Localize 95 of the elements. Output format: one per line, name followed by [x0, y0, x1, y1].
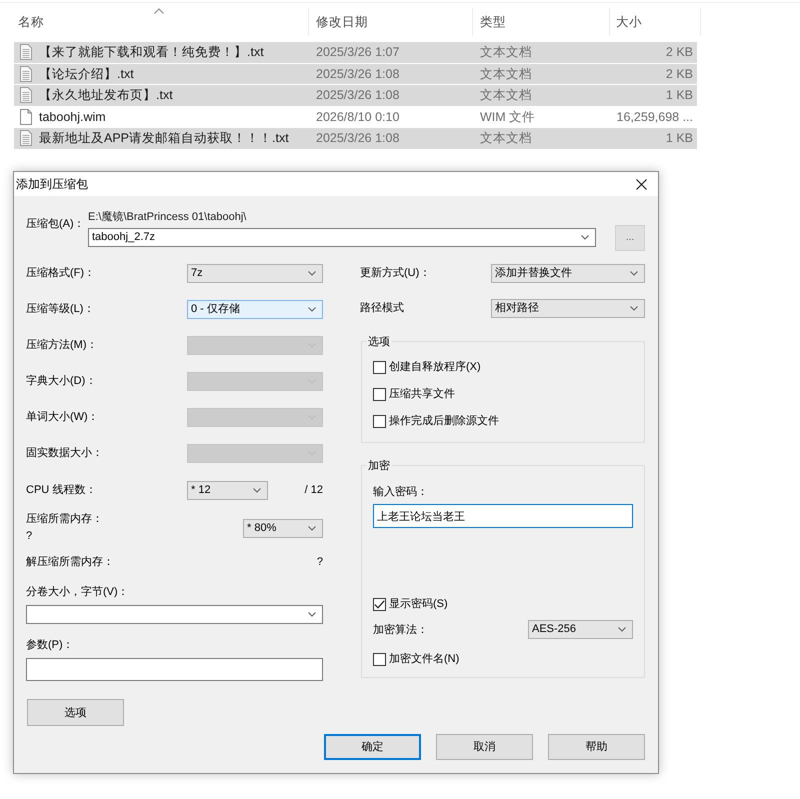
- file-icon: [20, 108, 32, 125]
- checkbox[interactable]: [373, 598, 386, 610]
- parameters-field[interactable]: [26, 658, 323, 681]
- file-type: 文本文档: [479, 87, 533, 104]
- file-name: 【来了就能下载和观看！纯免费！】.txt: [39, 44, 264, 60]
- file-size: 1 KB: [664, 87, 694, 104]
- group-title: 选项: [366, 335, 392, 349]
- group-title: 加密: [366, 459, 392, 473]
- dialog-button[interactable]: 帮助: [548, 734, 645, 760]
- options-button[interactable]: 选项: [27, 699, 124, 726]
- field-label: 单词大小(W)：: [26, 410, 100, 424]
- text-file-icon: [20, 44, 32, 60]
- chevron-down-icon: [630, 270, 638, 276]
- field-label: 压缩方法(M)：: [26, 338, 98, 352]
- file-type: 文本文档: [479, 130, 533, 146]
- field-label: 路径模式: [360, 301, 405, 315]
- dropdown[interactable]: 添加并替换文件: [491, 264, 645, 282]
- close-icon[interactable]: [636, 178, 647, 190]
- chevron-down-icon: [308, 612, 316, 617]
- field-label: 压缩等级(L)：: [26, 302, 96, 316]
- chevron-down-icon: [618, 627, 626, 632]
- checkbox[interactable]: [373, 414, 386, 428]
- chevron-down-icon: [253, 488, 261, 492]
- field-label: 压缩所需内存：: [26, 512, 103, 527]
- file-size: 2 KB: [664, 66, 694, 82]
- file-name: 【论坛介绍】.txt: [39, 66, 134, 82]
- file-size: 16,259,698 ...: [616, 108, 694, 125]
- modified-date: 2025/3/26 1:08: [315, 87, 400, 104]
- dropdown[interactable]: 0 - 仅存储: [187, 300, 323, 318]
- chevron-down-icon: [630, 306, 638, 310]
- file-type: 文本文档: [479, 66, 533, 82]
- field-label: 更新方式(U)：: [360, 266, 432, 280]
- password-field[interactable]: 上老王论坛当老王: [373, 504, 633, 528]
- file-name: 【永久地址发布页】.txt: [39, 87, 173, 104]
- checkbox-label[interactable]: 显示密码(S): [389, 597, 448, 611]
- checkbox-label[interactable]: 加密文件名(N): [389, 652, 460, 666]
- modified-date: 2026/8/10 0:10: [315, 108, 400, 125]
- field-label: 分卷大小，字节(V)：: [26, 585, 130, 599]
- field-label: 加密算法：: [373, 622, 428, 636]
- field-label: 输入密码：: [373, 485, 429, 499]
- dialog-button[interactable]: 取消: [436, 734, 533, 760]
- modified-date: 2025/3/26 1:08: [315, 66, 400, 82]
- checkbox[interactable]: [373, 652, 386, 666]
- dropdown[interactable]: * 80%: [243, 518, 323, 538]
- file-size: 2 KB: [664, 44, 694, 60]
- dropdown[interactable]: 相对路径: [491, 298, 645, 318]
- column-header[interactable]: 类型: [473, 8, 610, 36]
- volume-size-combo[interactable]: [26, 605, 323, 624]
- sort-ascending-icon: [154, 8, 164, 14]
- file-size: 1 KB: [664, 130, 694, 146]
- file-name: taboohj.wim: [39, 108, 106, 125]
- browse-button[interactable]: ...: [615, 225, 645, 251]
- chevron-down-icon: [308, 306, 316, 312]
- text-file-icon: [20, 66, 32, 82]
- field-label: 压缩包(A)：: [26, 217, 86, 231]
- file-row[interactable]: 【永久地址发布页】.txt 2025/3/26 1:08 文本文档 1 KB: [14, 85, 697, 106]
- file-row[interactable]: taboohj.wim 2026/8/10 0:10 WIM 文件 16,259,698 ...: [14, 106, 697, 127]
- field-label: CPU 线程数：: [26, 483, 98, 497]
- folder-path: E:\魔镜\BratPrincess 01\taboohj\: [88, 210, 248, 224]
- checkbox-label[interactable]: 操作完成后删除源文件: [389, 414, 499, 428]
- field-label: 参数(P)：: [26, 638, 75, 652]
- chevron-down-icon: [308, 526, 316, 530]
- chevron-down-icon: [581, 235, 589, 240]
- file-type: WIM 文件: [479, 108, 536, 125]
- checkbox[interactable]: [373, 388, 386, 400]
- checkbox-label[interactable]: 压缩共享文件: [389, 387, 455, 401]
- modified-date: 2025/3/26 1:07: [315, 44, 400, 60]
- memory-value: ?: [26, 529, 32, 544]
- dialog-button[interactable]: 确定: [324, 734, 421, 760]
- column-header[interactable]: 名称: [10, 8, 309, 36]
- dropdown[interactable]: 7z: [187, 264, 323, 282]
- dialog-title: 添加到压缩包: [16, 177, 88, 191]
- file-row[interactable]: 【来了就能下载和观看！纯免费！】.txt 2025/3/26 1:07 文本文档 2 KB: [14, 42, 697, 62]
- field-label: 解压缩所需内存：: [26, 555, 114, 569]
- field-label: 固实数据大小：: [26, 446, 104, 460]
- file-type: 文本文档: [479, 44, 533, 60]
- dropdown[interactable]: * 12: [187, 480, 268, 500]
- checkbox[interactable]: [373, 360, 386, 374]
- field-label: 字典大小(D)：: [26, 374, 98, 388]
- checkmark-icon: [374, 600, 385, 608]
- field-label: 压缩格式(F)：: [26, 266, 96, 280]
- text-file-icon: [20, 87, 32, 104]
- modified-date: 2025/3/26 1:08: [315, 130, 400, 146]
- text-file-icon: [20, 130, 32, 146]
- column-header[interactable]: 修改日期: [309, 8, 473, 36]
- file-row[interactable]: 【论坛介绍】.txt 2025/3/26 1:08 文本文档 2 KB: [14, 64, 697, 84]
- memory-value: ?: [316, 555, 323, 569]
- checkbox-label[interactable]: 创建自释放程序(X): [389, 360, 481, 374]
- column-header[interactable]: 大小: [610, 8, 701, 36]
- thread-total: / 12: [304, 483, 323, 497]
- file-name: 最新地址及APP请发邮箱自动获取！！！.txt: [39, 130, 289, 146]
- chevron-down-icon: [308, 270, 316, 276]
- archive-name-combo[interactable]: taboohj_2.7z: [88, 228, 596, 247]
- file-row[interactable]: 最新地址及APP请发邮箱自动获取！！！.txt 2025/3/26 1:08 文本文档 1 KB: [14, 128, 697, 148]
- dropdown[interactable]: AES-256: [528, 620, 633, 639]
